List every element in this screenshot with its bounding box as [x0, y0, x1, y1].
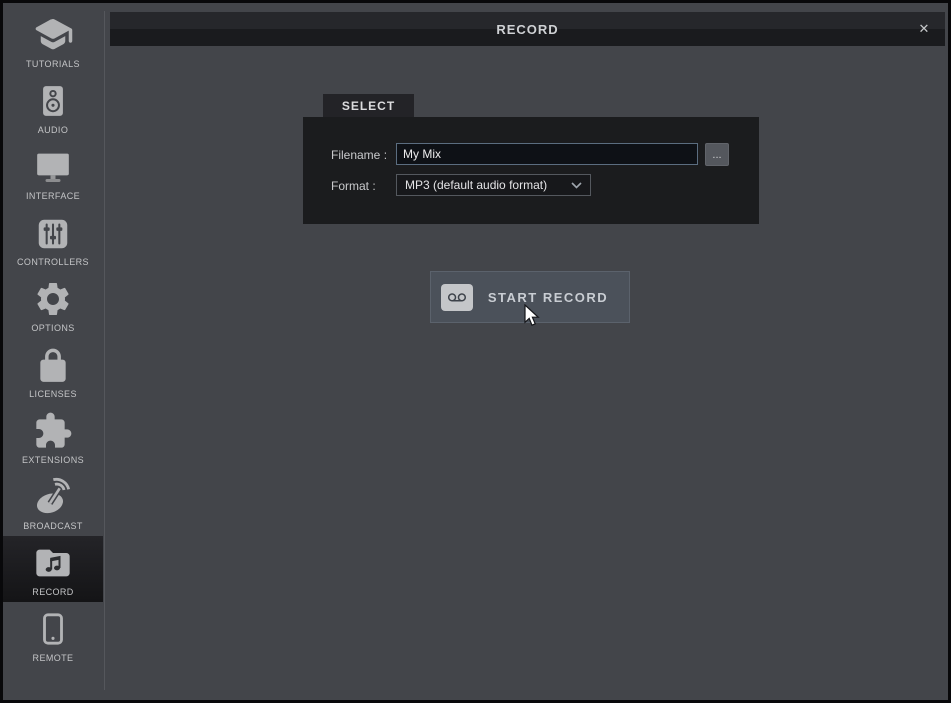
start-record-button[interactable]: START RECORD: [430, 271, 630, 323]
sidebar-item-label: OPTIONS: [31, 323, 74, 333]
antenna-icon: [33, 471, 73, 517]
sidebar-item-label: LICENSES: [29, 389, 77, 399]
chevron-down-icon: [571, 182, 582, 189]
puzzle-icon: [33, 405, 73, 451]
sidebar-item-broadcast[interactable]: BROADCAST: [3, 470, 103, 536]
sidebar-item-remote[interactable]: REMOTE: [3, 602, 103, 668]
sidebar-item-label: REMOTE: [33, 653, 74, 663]
filename-label: Filename :: [331, 148, 387, 162]
graduation-cap-icon: [32, 9, 74, 55]
sidebar-item-label: INTERFACE: [26, 191, 80, 201]
speaker-icon: [36, 75, 70, 121]
record-settings-window: TUTORIALS AUDIO INTERFACE: [0, 0, 951, 703]
sidebar-item-tutorials[interactable]: TUTORIALS: [3, 8, 103, 74]
sidebar-item-label: BROADCAST: [23, 521, 83, 531]
smartphone-icon: [36, 603, 70, 649]
select-panel: [303, 117, 759, 224]
close-icon[interactable]: ✕: [911, 12, 937, 46]
tab-select[interactable]: SELECT: [323, 94, 414, 117]
cassette-icon: [441, 284, 473, 311]
sidebar-item-label: CONTROLLERS: [17, 257, 89, 267]
format-label: Format :: [331, 179, 376, 193]
sidebar-item-audio[interactable]: AUDIO: [3, 74, 103, 140]
sidebar-item-extensions[interactable]: EXTENSIONS: [3, 404, 103, 470]
sidebar-item-interface[interactable]: INTERFACE: [3, 140, 103, 206]
monitor-icon: [33, 141, 73, 187]
sidebar-item-record[interactable]: RECORD: [3, 536, 103, 602]
dialog-title: RECORD: [496, 22, 558, 37]
sidebar-item-controllers[interactable]: CONTROLLERS: [3, 206, 103, 272]
gear-icon: [33, 273, 73, 319]
dialog-titlebar: RECORD ✕: [110, 12, 945, 46]
settings-sidebar: TUTORIALS AUDIO INTERFACE: [3, 3, 103, 700]
lock-icon: [34, 339, 72, 385]
start-record-label: START RECORD: [473, 290, 629, 305]
music-folder-icon: [33, 537, 73, 583]
format-dropdown[interactable]: MP3 (default audio format): [396, 174, 591, 196]
browse-button[interactable]: ...: [705, 143, 729, 166]
sidebar-item-label: TUTORIALS: [26, 59, 80, 69]
format-selected-value: MP3 (default audio format): [405, 178, 547, 192]
sidebar-item-label: RECORD: [32, 587, 73, 597]
sidebar-item-licenses[interactable]: LICENSES: [3, 338, 103, 404]
sidebar-item-options[interactable]: OPTIONS: [3, 272, 103, 338]
sidebar-item-label: EXTENSIONS: [22, 455, 84, 465]
sidebar-item-label: AUDIO: [38, 125, 69, 135]
sliders-icon: [34, 207, 72, 253]
filename-input[interactable]: [396, 143, 698, 165]
sidebar-divider: [104, 11, 105, 690]
